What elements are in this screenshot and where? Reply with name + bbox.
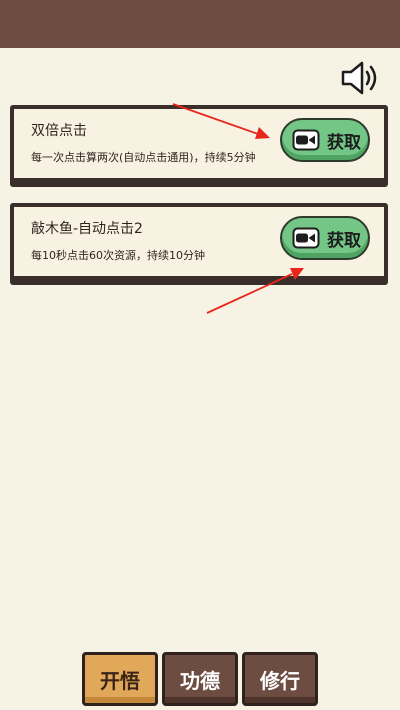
tab-cultivation[interactable]: 修行 [242, 652, 318, 706]
reward-title: 敲木鱼-自动点击2 [31, 221, 143, 237]
reward-title: 双倍点击 [31, 123, 87, 139]
reward-description: 每一次点击算两次(自动点击通用)，持续5分钟 [31, 151, 256, 164]
video-camera-icon [292, 129, 320, 151]
reward-card-body: 敲木鱼-自动点击2 每10秒点击60次资源，持续10分钟 获取 [14, 207, 384, 276]
speaker-volume-icon [341, 61, 377, 95]
reward-card-body: 双倍点击 每一次点击算两次(自动点击通用)，持续5分钟 获取 [14, 109, 384, 178]
video-camera-icon [292, 227, 320, 249]
get-reward-label: 获取 [327, 132, 361, 153]
reward-description: 每10秒点击60次资源，持续10分钟 [31, 249, 205, 262]
tab-enlightenment[interactable]: 开悟 [82, 652, 158, 706]
tab-label: 功德 [180, 668, 220, 693]
get-reward-button[interactable]: 获取 [280, 118, 370, 162]
sound-toggle-button[interactable] [338, 58, 384, 98]
get-reward-button[interactable]: 获取 [280, 216, 370, 260]
reward-card-double-click: 双倍点击 每一次点击算两次(自动点击通用)，持续5分钟 获取 [10, 105, 388, 187]
tab-merit[interactable]: 功德 [162, 652, 238, 706]
top-bar [0, 0, 400, 48]
tab-label: 修行 [260, 668, 300, 693]
tab-label: 开悟 [100, 668, 140, 693]
get-reward-label: 获取 [327, 230, 361, 251]
reward-card-auto-click: 敲木鱼-自动点击2 每10秒点击60次资源，持续10分钟 获取 [10, 203, 388, 285]
